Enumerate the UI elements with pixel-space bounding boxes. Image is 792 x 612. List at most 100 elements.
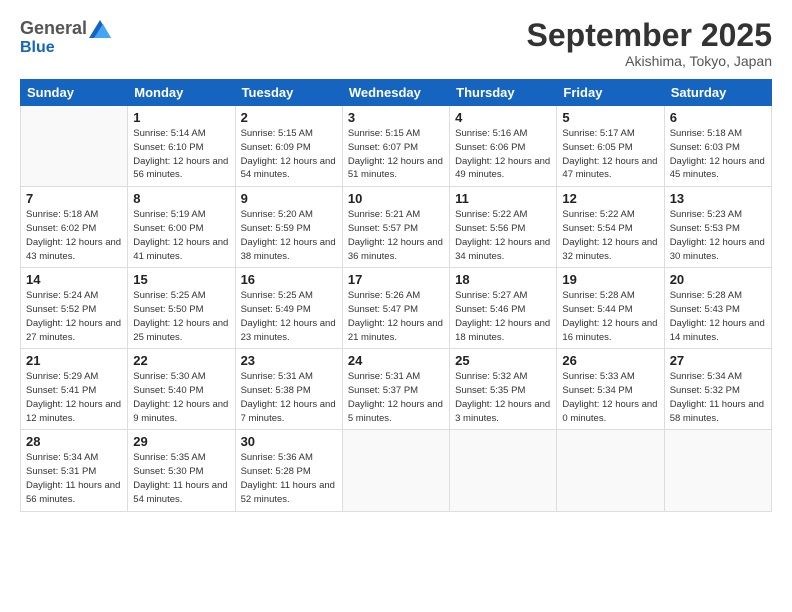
day-info: Sunrise: 5:30 AM Sunset: 5:40 PM Dayligh… <box>133 370 229 425</box>
day-number: 5 <box>562 110 658 125</box>
table-row <box>557 430 664 511</box>
table-row: 16 Sunrise: 5:25 AM Sunset: 5:49 PM Dayli… <box>235 268 342 349</box>
logo-icon <box>89 20 111 38</box>
table-row: 7 Sunrise: 5:18 AM Sunset: 6:02 PM Daylig… <box>21 187 128 268</box>
day-number: 24 <box>348 353 444 368</box>
day-info: Sunrise: 5:14 AM Sunset: 6:10 PM Dayligh… <box>133 127 229 182</box>
day-info: Sunrise: 5:36 AM Sunset: 5:28 PM Dayligh… <box>241 451 337 506</box>
month-title: September 2025 <box>527 18 772 53</box>
day-number: 21 <box>26 353 122 368</box>
title-block: September 2025 Akishima, Tokyo, Japan <box>527 18 772 69</box>
calendar-week-row: 28 Sunrise: 5:34 AM Sunset: 5:31 PM Dayli… <box>21 430 772 511</box>
calendar-week-row: 21 Sunrise: 5:29 AM Sunset: 5:41 PM Dayli… <box>21 349 772 430</box>
day-number: 8 <box>133 191 229 206</box>
day-number: 15 <box>133 272 229 287</box>
day-info: Sunrise: 5:28 AM Sunset: 5:44 PM Dayligh… <box>562 289 658 344</box>
table-row: 17Sunrise: 5:26 AM Sunset: 5:47 PM Dayli… <box>342 268 449 349</box>
calendar-header-row: Sunday Monday Tuesday Wednesday Thursday… <box>21 80 772 106</box>
day-info: Sunrise: 5:18 AM Sunset: 6:03 PM Dayligh… <box>670 127 766 182</box>
day-info: Sunrise: 5:31 AM Sunset: 5:38 PM Dayligh… <box>241 370 337 425</box>
table-row: 23 Sunrise: 5:31 AM Sunset: 5:38 PM Dayli… <box>235 349 342 430</box>
day-number: 1 <box>133 110 229 125</box>
table-row: 11 Sunrise: 5:22 AM Sunset: 5:56 PM Dayli… <box>450 187 557 268</box>
day-number: 14 <box>26 272 122 287</box>
day-info: Sunrise: 5:34 AM Sunset: 5:32 PM Dayligh… <box>670 370 766 425</box>
logo-general: General <box>20 18 87 39</box>
table-row: 10 Sunrise: 5:21 AM Sunset: 5:57 PM Dayli… <box>342 187 449 268</box>
day-info: Sunrise: 5:20 AM Sunset: 5:59 PM Dayligh… <box>241 208 337 263</box>
table-row <box>664 430 771 511</box>
logo: General Blue <box>20 18 111 57</box>
table-row: 25Sunrise: 5:32 AM Sunset: 5:35 PM Dayli… <box>450 349 557 430</box>
day-info: Sunrise: 5:17 AM Sunset: 6:05 PM Dayligh… <box>562 127 658 182</box>
day-number: 26 <box>562 353 658 368</box>
header-wednesday: Wednesday <box>342 80 449 106</box>
day-number: 23 <box>241 353 337 368</box>
day-info: Sunrise: 5:23 AM Sunset: 5:53 PM Dayligh… <box>670 208 766 263</box>
day-info: Sunrise: 5:18 AM Sunset: 6:02 PM Dayligh… <box>26 208 122 263</box>
day-info: Sunrise: 5:32 AM Sunset: 5:35 PM Dayligh… <box>455 370 551 425</box>
day-info: Sunrise: 5:34 AM Sunset: 5:31 PM Dayligh… <box>26 451 122 506</box>
table-row: 12 Sunrise: 5:22 AM Sunset: 5:54 PM Dayli… <box>557 187 664 268</box>
day-number: 27 <box>670 353 766 368</box>
day-number: 10 <box>348 191 444 206</box>
day-number: 6 <box>670 110 766 125</box>
day-number: 13 <box>670 191 766 206</box>
day-number: 12 <box>562 191 658 206</box>
day-info: Sunrise: 5:29 AM Sunset: 5:41 PM Dayligh… <box>26 370 122 425</box>
calendar-week-row: 1 Sunrise: 5:14 AM Sunset: 6:10 PM Daylig… <box>21 106 772 187</box>
table-row: 26 Sunrise: 5:33 AM Sunset: 5:34 PM Dayli… <box>557 349 664 430</box>
table-row: 4Sunrise: 5:16 AM Sunset: 6:06 PM Daylig… <box>450 106 557 187</box>
day-info: Sunrise: 5:27 AM Sunset: 5:46 PM Dayligh… <box>455 289 551 344</box>
table-row: 30 Sunrise: 5:36 AM Sunset: 5:28 PM Dayli… <box>235 430 342 511</box>
table-row: 27 Sunrise: 5:34 AM Sunset: 5:32 PM Dayli… <box>664 349 771 430</box>
day-number: 28 <box>26 434 122 449</box>
table-row: 8Sunrise: 5:19 AM Sunset: 6:00 PM Daylig… <box>128 187 235 268</box>
header-tuesday: Tuesday <box>235 80 342 106</box>
table-row: 28 Sunrise: 5:34 AM Sunset: 5:31 PM Dayli… <box>21 430 128 511</box>
day-info: Sunrise: 5:25 AM Sunset: 5:50 PM Dayligh… <box>133 289 229 344</box>
table-row: 9 Sunrise: 5:20 AM Sunset: 5:59 PM Daylig… <box>235 187 342 268</box>
location: Akishima, Tokyo, Japan <box>527 53 772 69</box>
table-row: 29 Sunrise: 5:35 AM Sunset: 5:30 PM Dayli… <box>128 430 235 511</box>
day-number: 3 <box>348 110 444 125</box>
header-monday: Monday <box>128 80 235 106</box>
header-saturday: Saturday <box>664 80 771 106</box>
day-info: Sunrise: 5:15 AM Sunset: 6:07 PM Dayligh… <box>348 127 444 182</box>
table-row: 21 Sunrise: 5:29 AM Sunset: 5:41 PM Dayli… <box>21 349 128 430</box>
day-info: Sunrise: 5:33 AM Sunset: 5:34 PM Dayligh… <box>562 370 658 425</box>
day-info: Sunrise: 5:35 AM Sunset: 5:30 PM Dayligh… <box>133 451 229 506</box>
day-info: Sunrise: 5:25 AM Sunset: 5:49 PM Dayligh… <box>241 289 337 344</box>
day-number: 7 <box>26 191 122 206</box>
day-number: 2 <box>241 110 337 125</box>
day-info: Sunrise: 5:28 AM Sunset: 5:43 PM Dayligh… <box>670 289 766 344</box>
page-header: General Blue September 2025 Akishima, To… <box>20 18 772 69</box>
table-row <box>450 430 557 511</box>
day-info: Sunrise: 5:21 AM Sunset: 5:57 PM Dayligh… <box>348 208 444 263</box>
day-number: 16 <box>241 272 337 287</box>
day-number: 19 <box>562 272 658 287</box>
day-number: 11 <box>455 191 551 206</box>
day-number: 20 <box>670 272 766 287</box>
table-row: 24Sunrise: 5:31 AM Sunset: 5:37 PM Dayli… <box>342 349 449 430</box>
table-row: 13 Sunrise: 5:23 AM Sunset: 5:53 PM Dayli… <box>664 187 771 268</box>
table-row: 14Sunrise: 5:24 AM Sunset: 5:52 PM Dayli… <box>21 268 128 349</box>
day-number: 9 <box>241 191 337 206</box>
day-number: 30 <box>241 434 337 449</box>
day-number: 29 <box>133 434 229 449</box>
day-info: Sunrise: 5:22 AM Sunset: 5:54 PM Dayligh… <box>562 208 658 263</box>
table-row: 15 Sunrise: 5:25 AM Sunset: 5:50 PM Dayli… <box>128 268 235 349</box>
table-row: 20 Sunrise: 5:28 AM Sunset: 5:43 PM Dayli… <box>664 268 771 349</box>
table-row: 5 Sunrise: 5:17 AM Sunset: 6:05 PM Daylig… <box>557 106 664 187</box>
table-row <box>21 106 128 187</box>
day-number: 17 <box>348 272 444 287</box>
day-info: Sunrise: 5:22 AM Sunset: 5:56 PM Dayligh… <box>455 208 551 263</box>
table-row: 1 Sunrise: 5:14 AM Sunset: 6:10 PM Daylig… <box>128 106 235 187</box>
table-row <box>342 430 449 511</box>
table-row: 22 Sunrise: 5:30 AM Sunset: 5:40 PM Dayli… <box>128 349 235 430</box>
header-sunday: Sunday <box>21 80 128 106</box>
day-number: 22 <box>133 353 229 368</box>
calendar: Sunday Monday Tuesday Wednesday Thursday… <box>20 79 772 511</box>
calendar-week-row: 7 Sunrise: 5:18 AM Sunset: 6:02 PM Daylig… <box>21 187 772 268</box>
table-row: 2Sunrise: 5:15 AM Sunset: 6:09 PM Daylig… <box>235 106 342 187</box>
